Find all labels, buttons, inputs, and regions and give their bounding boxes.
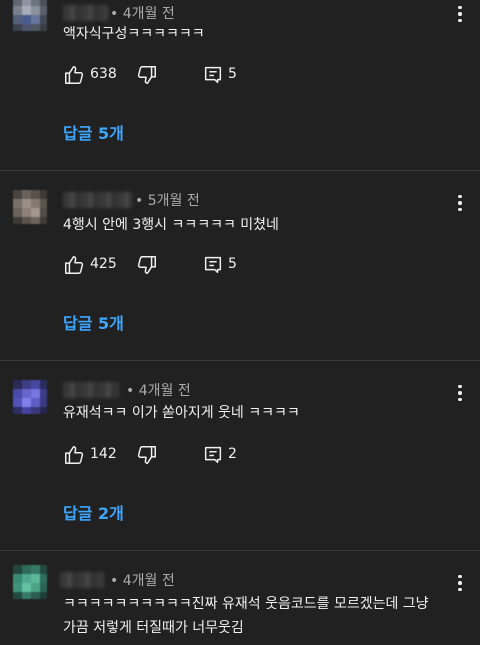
- comment-time: 5개월 전: [147, 193, 200, 209]
- avatar[interactable]: [13, 380, 47, 414]
- comment-time: 4개월 전: [122, 573, 175, 589]
- comment-icon[interactable]: [202, 444, 224, 466]
- comment-time: 4개월 전: [138, 383, 191, 399]
- comment-meta: • 5개월 전: [135, 190, 200, 210]
- more-vert-icon[interactable]: [450, 191, 470, 215]
- thumb-down-icon[interactable]: [136, 64, 158, 86]
- thumb-down-icon[interactable]: [136, 444, 158, 466]
- author-name[interactable]: [63, 382, 119, 398]
- avatar[interactable]: [13, 565, 47, 599]
- author-name[interactable]: [63, 192, 133, 208]
- comment-text-line: 4행시 안에 3행시 ㅋㅋㅋㅋㅋ 미쳤네: [63, 217, 279, 233]
- thumb-up-icon[interactable]: [63, 254, 85, 276]
- meta-separator: •: [126, 383, 135, 399]
- meta-separator: •: [110, 573, 119, 589]
- comment-time: 4개월 전: [122, 6, 175, 22]
- author-name[interactable]: [60, 572, 104, 588]
- author-name[interactable]: [63, 5, 108, 21]
- comment-text: ㅋㅋㅋㅋㅋㅋㅋㅋㅋㅋ진짜 유재석 웃음코드를 모르겠는데 그냥 가끔 저렇게 터…: [63, 592, 473, 640]
- reply-count: 5: [228, 66, 237, 82]
- comment-text: 유재석ㅋㅋ 이가 쏟아지게 웃네 ㅋㅋㅋㅋ: [63, 401, 300, 425]
- like-count: 425: [90, 256, 117, 272]
- comment-actions: 425 5: [63, 254, 263, 278]
- comment-text-line: 가끔 저렇게 터질때가 너무웃김: [63, 620, 244, 636]
- thumb-down-icon[interactable]: [136, 254, 158, 276]
- more-vert-icon[interactable]: [450, 381, 470, 405]
- comment-text-line: 유재석ㅋㅋ 이가 쏟아지게 웃네 ㅋㅋㅋㅋ: [63, 405, 300, 421]
- view-replies-button[interactable]: 답글 2개: [63, 500, 124, 524]
- thumb-up-icon[interactable]: [63, 64, 85, 86]
- comment-text: 4행시 안에 3행시 ㅋㅋㅋㅋㅋ 미쳤네: [63, 213, 279, 237]
- avatar[interactable]: [13, 0, 47, 31]
- meta-separator: •: [110, 6, 119, 22]
- comment-meta: • 4개월 전: [110, 3, 175, 23]
- like-count: 638: [90, 66, 117, 82]
- divider: [0, 550, 480, 551]
- comment-text: 액자식구성ㅋㅋㅋㅋㅋㅋ: [63, 22, 205, 46]
- view-replies-button[interactable]: 답글 5개: [63, 120, 124, 144]
- comment-meta: • 4개월 전: [126, 380, 191, 400]
- reply-count: 5: [228, 256, 237, 272]
- avatar[interactable]: [13, 190, 47, 224]
- more-vert-icon[interactable]: [450, 2, 470, 26]
- comment-text-line: 액자식구성ㅋㅋㅋㅋㅋㅋ: [63, 26, 205, 42]
- divider: [0, 360, 480, 361]
- view-replies-button[interactable]: 답글 5개: [63, 310, 124, 334]
- reply-count: 2: [228, 446, 237, 462]
- comment-actions: 142 2: [63, 444, 263, 468]
- comment-text-line: ㅋㅋㅋㅋㅋㅋㅋㅋㅋㅋ진짜 유재석 웃음코드를 모르겠는데 그냥: [63, 596, 429, 612]
- comment-icon[interactable]: [202, 64, 224, 86]
- thumb-up-icon[interactable]: [63, 444, 85, 466]
- divider: [0, 170, 480, 171]
- meta-separator: •: [135, 193, 144, 209]
- comment-actions: 638 5: [63, 64, 263, 88]
- comment-meta: • 4개월 전: [110, 570, 175, 590]
- like-count: 142: [90, 446, 117, 462]
- comment-icon[interactable]: [202, 254, 224, 276]
